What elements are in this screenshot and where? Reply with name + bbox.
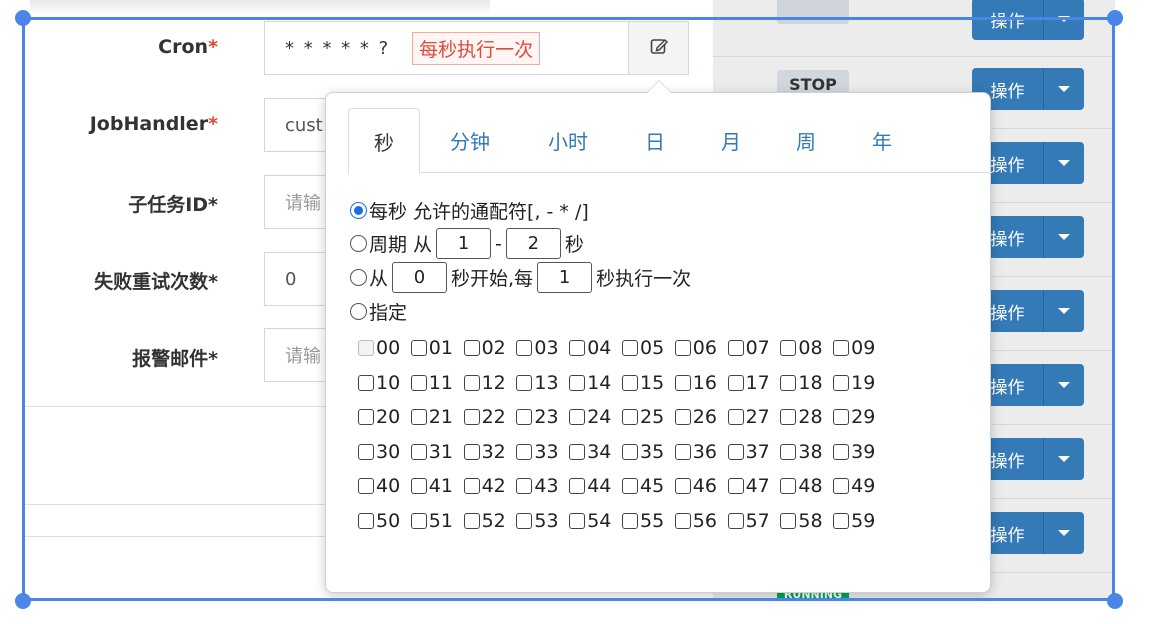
resize-handle-bottom-left[interactable] (15, 593, 31, 609)
selection-frame (22, 17, 1115, 601)
resize-handle-bottom-right[interactable] (1107, 593, 1123, 609)
top-shadow (30, 0, 490, 16)
resize-handle-top-right[interactable] (1107, 10, 1123, 26)
screen: STOP RUNNING 操作 操作 操作 操作 操作 操作 操作 操作 Cro… (0, 0, 1152, 624)
resize-handle-top-left[interactable] (15, 10, 31, 26)
